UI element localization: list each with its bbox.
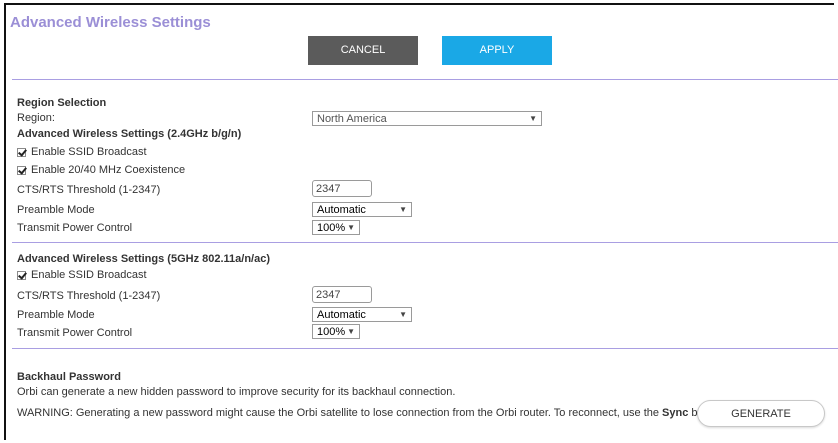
cancel-button[interactable]: CANCEL <box>308 36 418 65</box>
chevron-down-icon: ▼ <box>347 327 355 336</box>
checkbox-checked-icon <box>17 165 26 175</box>
power-value: 100% <box>317 221 346 234</box>
band5-preamble-select[interactable]: Automatic ▼ <box>312 307 412 322</box>
region-label: Region: <box>17 112 55 124</box>
band24-preamble-label: Preamble Mode <box>17 204 95 216</box>
band24-heading: Advanced Wireless Settings (2.4GHz b/g/n… <box>17 128 242 140</box>
region-heading: Region Selection <box>17 97 107 109</box>
region-select[interactable]: North America ▼ <box>312 111 542 126</box>
band5-heading: Advanced Wireless Settings (5GHz 802.11a… <box>17 253 271 265</box>
divider <box>12 79 838 80</box>
band5-cts-input[interactable] <box>312 286 372 303</box>
warning-text: WARNING: Generating a new password might… <box>17 407 663 419</box>
region-value: North America <box>317 112 387 125</box>
checkbox-label: Enable SSID Broadcast <box>31 146 147 158</box>
band24-cts-label: CTS/RTS Threshold (1-2347) <box>17 184 161 196</box>
chevron-down-icon: ▼ <box>529 114 537 123</box>
band24-cts-input[interactable] <box>312 180 372 197</box>
divider <box>12 348 838 349</box>
chevron-down-icon: ▼ <box>399 310 407 319</box>
checkbox-checked-icon <box>17 270 26 280</box>
generate-button[interactable]: GENERATE <box>697 400 825 427</box>
chevron-down-icon: ▼ <box>399 205 407 214</box>
sync-text: Sync <box>662 407 689 419</box>
band5-power-label: Transmit Power Control <box>17 327 133 339</box>
band24-preamble-select[interactable]: Automatic ▼ <box>312 202 412 217</box>
preamble-value: Automatic <box>317 308 366 321</box>
preamble-value: Automatic <box>317 203 366 216</box>
checkbox-label: Enable SSID Broadcast <box>31 269 147 281</box>
power-value: 100% <box>317 325 346 338</box>
band5-ssid-broadcast-checkbox[interactable]: Enable SSID Broadcast <box>17 269 147 281</box>
apply-button[interactable]: APPLY <box>442 36 552 65</box>
band24-ssid-broadcast-checkbox[interactable]: Enable SSID Broadcast <box>17 146 147 158</box>
band5-cts-label: CTS/RTS Threshold (1-2347) <box>17 290 161 302</box>
band24-coexistence-checkbox[interactable]: Enable 20/40 MHz Coexistence <box>17 164 185 176</box>
checkbox-label: Enable 20/40 MHz Coexistence <box>31 164 186 176</box>
band24-power-select[interactable]: 100% ▼ <box>312 220 360 235</box>
page-title: Advanced Wireless Settings <box>10 14 211 31</box>
band24-power-label: Transmit Power Control <box>17 222 133 234</box>
divider <box>12 242 838 243</box>
chevron-down-icon: ▼ <box>347 223 355 232</box>
checkbox-checked-icon <box>17 147 26 157</box>
backhaul-heading: Backhaul Password <box>17 371 121 383</box>
band5-power-select[interactable]: 100% ▼ <box>312 324 360 339</box>
band5-preamble-label: Preamble Mode <box>17 309 95 321</box>
backhaul-description: Orbi can generate a new hidden password … <box>17 386 456 398</box>
backhaul-warning: WARNING: Generating a new password might… <box>17 407 725 419</box>
